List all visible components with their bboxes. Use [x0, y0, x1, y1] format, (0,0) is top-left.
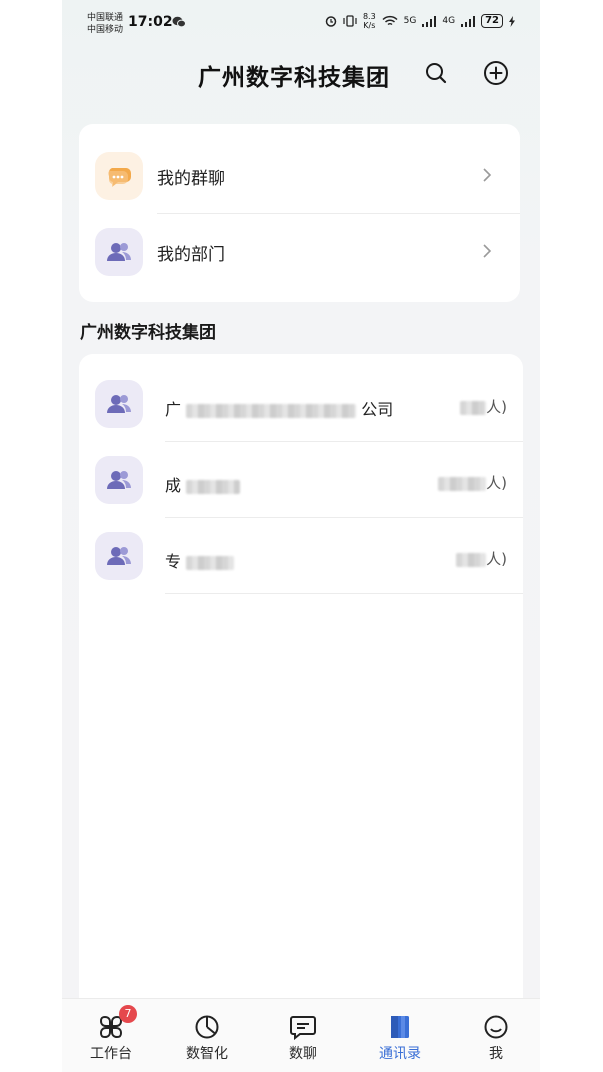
- org-name-prefix: 专: [165, 552, 182, 571]
- member-count: 人): [456, 548, 507, 569]
- net-speed: 8.3 K/s: [363, 12, 376, 30]
- group-chat-icon: [95, 152, 143, 200]
- org-row[interactable]: 成 人): [79, 442, 523, 518]
- member-count-suffix: 人): [486, 474, 507, 492]
- alarm-icon: [325, 16, 337, 27]
- carrier-info: 中国联通 中国移动: [87, 12, 123, 36]
- bottom-tab-bar: 7 工作台 数智化 数聊 通讯录 我: [62, 998, 540, 1072]
- org-name-suffix: 公司: [361, 400, 394, 419]
- tab-label: 工作台: [90, 1046, 132, 1062]
- department-icon: [95, 228, 143, 276]
- tab-label: 我: [489, 1046, 503, 1062]
- org-name: 专: [165, 548, 235, 572]
- add-button[interactable]: [482, 59, 510, 87]
- signal-icon-2: [461, 15, 476, 27]
- redacted-text: [186, 555, 235, 570]
- org-list-card: 广 公司 人) 成 人) 专 人): [79, 354, 523, 1054]
- redacted-text: [460, 400, 487, 415]
- tab-digital[interactable]: 数智化: [167, 1013, 247, 1063]
- member-count-suffix: 人): [486, 550, 507, 568]
- net-speed-value: 8.3: [362, 12, 376, 21]
- redacted-text: [186, 479, 241, 494]
- net-speed-unit: K/s: [363, 21, 376, 30]
- status-time: 17:02: [128, 14, 173, 30]
- org-row[interactable]: 专 人): [79, 518, 523, 594]
- org-icon: [95, 456, 143, 504]
- org-name: 成: [165, 472, 241, 496]
- org-icon: [95, 532, 143, 580]
- plus-circle-icon: [484, 61, 508, 85]
- carrier-2: 中国移动: [87, 25, 124, 35]
- battery-level: 72: [481, 14, 503, 28]
- redacted-text: [438, 476, 487, 491]
- redacted-text: [186, 403, 357, 418]
- notification-badge: 7: [119, 1005, 137, 1023]
- chevron-right-icon: [483, 168, 492, 182]
- wifi-icon: [382, 15, 398, 26]
- redacted-text: [456, 552, 487, 567]
- row-label: 我的群聊: [157, 169, 225, 189]
- org-name: 广 公司: [165, 396, 393, 420]
- pie-chart-icon: [167, 1013, 247, 1041]
- search-button[interactable]: [422, 59, 450, 87]
- chat-icon: [263, 1013, 343, 1041]
- my-department-row[interactable]: 我的部门: [79, 214, 520, 290]
- tab-contacts[interactable]: 通讯录: [360, 1013, 440, 1063]
- member-count-suffix: 人): [486, 398, 507, 416]
- chevron-right-icon: [483, 244, 492, 258]
- divider: [165, 593, 523, 594]
- org-icon: [95, 380, 143, 428]
- org-name-prefix: 广: [165, 400, 182, 419]
- app-screen: 中国联通 中国移动 17:02 8.3 K/s 5G 4G 72 广州数字科技集…: [62, 0, 540, 1072]
- tab-label: 数聊: [289, 1046, 317, 1062]
- member-count: 人): [438, 472, 507, 493]
- tab-chat[interactable]: 数聊: [263, 1013, 343, 1063]
- signal-4g-label: 4G: [442, 16, 456, 26]
- org-row[interactable]: 广 公司 人): [79, 366, 523, 442]
- carrier-1: 中国联通: [87, 13, 124, 23]
- vibrate-icon: [343, 15, 357, 27]
- system-icons: 8.3 K/s 5G 4G 72: [325, 12, 515, 30]
- status-bar: 中国联通 中国移动 17:02 8.3 K/s 5G 4G 72: [62, 8, 540, 40]
- charging-icon: [509, 15, 515, 27]
- tab-workbench[interactable]: 7 工作台: [71, 1005, 151, 1063]
- row-label: 我的部门: [157, 245, 225, 265]
- search-icon: [426, 63, 447, 84]
- signal-icon: [422, 15, 437, 27]
- signal-5g-label: 5G: [403, 16, 417, 26]
- member-count: 人): [460, 396, 507, 417]
- smile-face-icon: [456, 1013, 536, 1041]
- page-title: 广州数字科技集团: [198, 65, 390, 91]
- workbench-icon: [71, 1013, 151, 1041]
- org-name-prefix: 成: [165, 476, 182, 495]
- section-title: 广州数字科技集团: [80, 323, 216, 343]
- contacts-book-icon: [360, 1013, 440, 1041]
- my-group-chats-row[interactable]: 我的群聊: [79, 138, 520, 214]
- tab-me[interactable]: 我: [456, 1013, 536, 1063]
- quick-list-card: 我的群聊 我的部门: [79, 124, 520, 302]
- tab-label: 通讯录: [379, 1046, 421, 1062]
- tab-label: 数智化: [186, 1046, 228, 1062]
- wechat-icon: [172, 16, 186, 28]
